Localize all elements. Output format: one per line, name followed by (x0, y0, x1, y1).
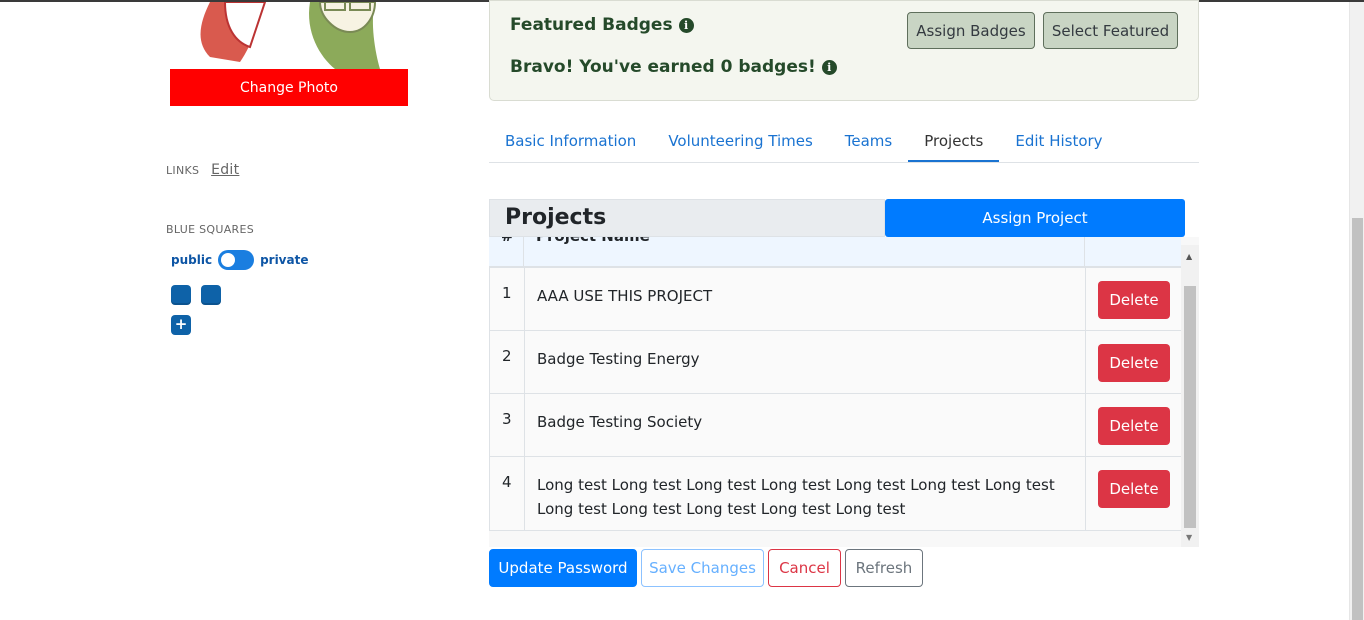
project-name: AAA USE THIS PROJECT (537, 287, 713, 305)
table-header: # Project Name (489, 237, 1181, 268)
featured-badges-card: Featured Badges i Bravo! You've earned 0… (489, 0, 1199, 101)
info-icon[interactable]: i (678, 17, 694, 33)
table-scrollbar[interactable]: ▲ ▼ (1181, 245, 1199, 547)
assign-badges-button[interactable]: Assign Badges (907, 12, 1035, 49)
update-password-button[interactable]: Update Password (489, 549, 637, 587)
scroll-up-icon[interactable]: ▲ (1186, 252, 1192, 261)
profile-avatar (170, 2, 408, 69)
projects-title: Projects (505, 205, 607, 230)
tab-edit-history[interactable]: Edit History (999, 122, 1118, 162)
column-divider (524, 268, 525, 330)
delete-project-button[interactable]: Delete (1098, 470, 1170, 508)
featured-badges-title: Featured Badges i (510, 15, 694, 35)
project-name: Badge Testing Society (537, 413, 703, 431)
blue-squares-label: BLUE SQUARES (166, 223, 255, 236)
tab-teams[interactable]: Teams (829, 122, 908, 162)
column-divider (524, 457, 525, 530)
column-divider (524, 394, 525, 456)
table-row: 1 AAA USE THIS PROJECT Delete (489, 268, 1181, 331)
avatar-illustration (200, 2, 380, 69)
table-row: 3 Badge Testing Society Delete (489, 394, 1181, 457)
visibility-toggle-row: public private (171, 250, 308, 270)
add-blue-square-button[interactable]: + (171, 315, 191, 335)
badges-earned-label: Bravo! You've earned 0 badges! (510, 57, 816, 77)
links-label: LINKS (166, 164, 200, 177)
delete-project-button[interactable]: Delete (1098, 407, 1170, 445)
projects-header: Projects (489, 199, 885, 237)
refresh-button[interactable]: Refresh (845, 549, 923, 587)
scroll-down-icon[interactable]: ▼ (1186, 533, 1192, 542)
table-row: 4 Long test Long test Long test Long tes… (489, 457, 1181, 531)
toggle-public-label: public (171, 253, 213, 267)
column-divider (1085, 457, 1086, 530)
column-header-number: # (501, 237, 514, 245)
delete-project-button[interactable]: Delete (1098, 344, 1170, 382)
blue-squares-list (171, 285, 221, 305)
toggle-private-label: private (260, 253, 309, 267)
project-name: Badge Testing Energy (537, 350, 700, 368)
visibility-toggle[interactable] (218, 250, 255, 270)
row-number: 4 (502, 473, 512, 491)
profile-tabs: Basic Information Volunteering Times Tea… (489, 122, 1199, 163)
projects-table: # Project Name 1 AAA USE THIS PROJECT De… (489, 237, 1199, 547)
row-number: 3 (502, 410, 512, 428)
column-divider (1084, 237, 1085, 268)
assign-project-button[interactable]: Assign Project (885, 199, 1185, 237)
column-divider (1085, 331, 1086, 393)
featured-badges-title-text: Featured Badges (510, 15, 673, 35)
save-changes-button[interactable]: Save Changes (641, 549, 764, 587)
info-icon[interactable]: i (821, 59, 837, 75)
select-featured-button[interactable]: Select Featured (1043, 12, 1178, 49)
scrollbar-thumb[interactable] (1184, 286, 1196, 528)
tab-volunteering-times[interactable]: Volunteering Times (652, 122, 828, 162)
tab-basic-information[interactable]: Basic Information (489, 122, 652, 162)
page-scrollbar[interactable] (1349, 2, 1364, 620)
badges-earned-text: Bravo! You've earned 0 badges! i (510, 57, 837, 77)
column-divider (1085, 394, 1086, 456)
column-divider (523, 237, 524, 268)
column-header-project-name: Project Name (536, 237, 650, 245)
change-photo-button[interactable]: Change Photo (170, 69, 408, 106)
tab-projects[interactable]: Projects (908, 122, 1000, 162)
column-divider (1085, 268, 1086, 330)
table-row: 2 Badge Testing Energy Delete (489, 331, 1181, 394)
project-name: Long test Long test Long test Long test … (537, 476, 1055, 518)
row-number: 1 (502, 284, 512, 302)
delete-project-button[interactable]: Delete (1098, 281, 1170, 319)
links-edit-link[interactable]: Edit (211, 162, 239, 178)
cancel-button[interactable]: Cancel (768, 549, 841, 587)
page-scrollbar-thumb[interactable] (1352, 218, 1363, 620)
toggle-knob (221, 253, 236, 267)
column-divider (524, 331, 525, 393)
blue-square[interactable] (171, 285, 191, 305)
blue-square[interactable] (201, 285, 221, 305)
links-section: LINKS Edit (166, 162, 239, 178)
row-number: 2 (502, 347, 512, 365)
